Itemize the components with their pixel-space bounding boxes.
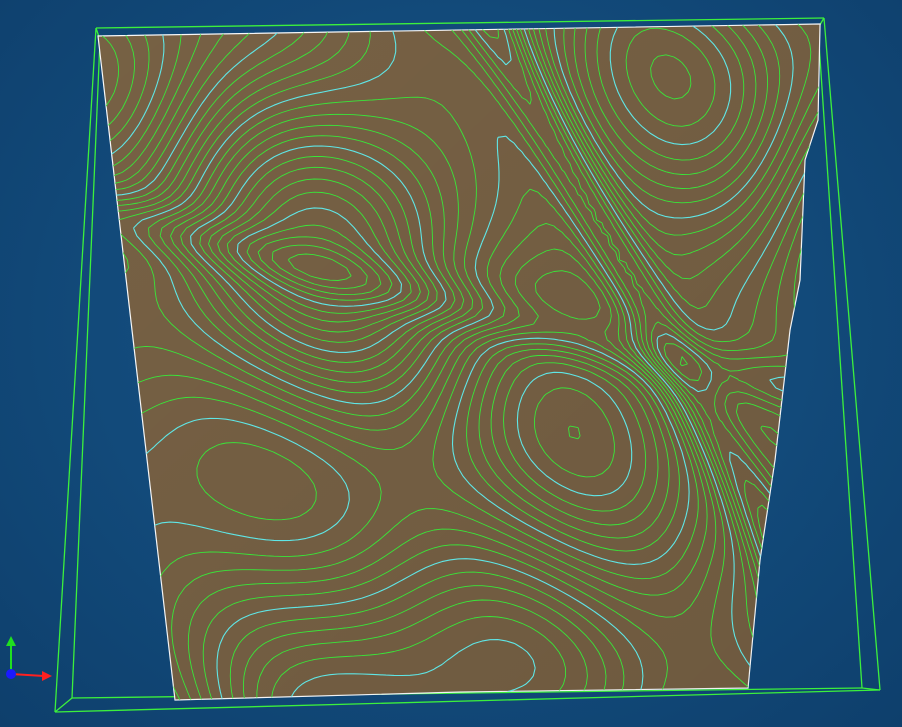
axis-triad [6,636,52,681]
x-axis-arrowhead-icon [42,671,52,681]
terrain-scene[interactable] [0,0,902,727]
3d-viewport[interactable] [0,0,902,727]
y-axis-arrowhead-icon [6,636,16,646]
axis-origin-icon [6,669,16,679]
terrain-surface[interactable] [90,20,834,708]
